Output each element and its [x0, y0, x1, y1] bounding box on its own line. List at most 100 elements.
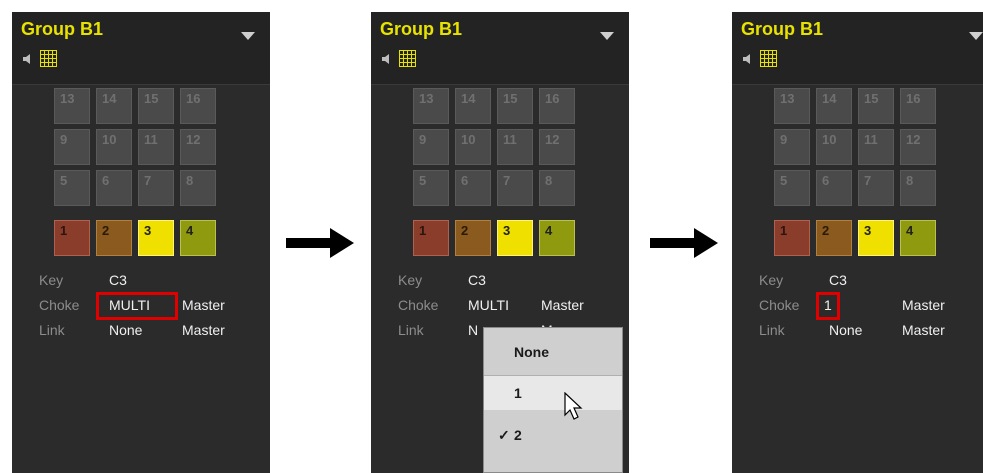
choke-label: Choke [39, 297, 80, 313]
choke-master-value[interactable]: Master [182, 297, 225, 313]
pad-2[interactable]: 2 [96, 220, 132, 256]
group-header: Group B1 [732, 12, 983, 85]
pad-6[interactable]: 6 [96, 170, 132, 206]
pad-5[interactable]: 5 [413, 170, 449, 206]
pad-9[interactable]: 9 [54, 129, 90, 165]
pad-15[interactable]: 15 [497, 88, 533, 124]
pad-7[interactable]: 7 [138, 170, 174, 206]
speaker-icon[interactable] [741, 52, 755, 66]
choke-dropdown-menu: None 1 ✓ 2 3 [483, 327, 623, 473]
pad-11[interactable]: 11 [138, 129, 174, 165]
grid-icon[interactable] [40, 50, 57, 67]
choke-master-value[interactable]: Master [541, 297, 584, 313]
menu-item-2[interactable]: ✓ 2 [484, 418, 622, 452]
group-panel-1: Group B1 13 14 15 16 9 10 11 12 5 6 7 8 … [12, 12, 270, 473]
pad-12[interactable]: 12 [539, 129, 575, 165]
chevron-down-icon[interactable] [969, 32, 983, 40]
pad-5[interactable]: 5 [774, 170, 810, 206]
key-label: Key [39, 272, 64, 288]
pad-1[interactable]: 1 [413, 220, 449, 256]
pad-3[interactable]: 3 [497, 220, 533, 256]
pad-6[interactable]: 6 [455, 170, 491, 206]
group-title: Group B1 [21, 19, 104, 39]
link-label: Link [398, 322, 424, 338]
pad-10[interactable]: 10 [96, 129, 132, 165]
pad-13[interactable]: 13 [774, 88, 810, 124]
pad-7[interactable]: 7 [497, 170, 533, 206]
group-panel-3: Group B1 13 14 15 16 9 10 11 12 5 6 7 8 … [732, 12, 983, 473]
pad-4[interactable]: 4 [539, 220, 575, 256]
link-label: Link [759, 322, 785, 338]
pad-14[interactable]: 14 [96, 88, 132, 124]
pad-8[interactable]: 8 [180, 170, 216, 206]
pad-11[interactable]: 11 [858, 129, 894, 165]
pad-5[interactable]: 5 [54, 170, 90, 206]
link-value[interactable]: None [829, 322, 862, 338]
pad-4[interactable]: 4 [900, 220, 936, 256]
pad-14[interactable]: 14 [816, 88, 852, 124]
menu-item-label: 2 [514, 427, 522, 443]
mouse-cursor-icon [564, 392, 583, 420]
link-value[interactable]: N [468, 322, 478, 338]
right-arrow-icon [650, 228, 718, 258]
key-label: Key [398, 272, 423, 288]
pad-11[interactable]: 11 [497, 129, 533, 165]
checkmark-icon: ✓ [498, 427, 510, 443]
pad-12[interactable]: 12 [900, 129, 936, 165]
choke-label: Choke [759, 297, 800, 313]
pad-16[interactable]: 16 [900, 88, 936, 124]
pad-16[interactable]: 16 [539, 88, 575, 124]
pad-3[interactable]: 3 [138, 220, 174, 256]
chevron-down-icon[interactable] [600, 32, 614, 40]
speaker-icon[interactable] [380, 52, 394, 66]
grid-icon[interactable] [399, 50, 416, 67]
pad-8[interactable]: 8 [900, 170, 936, 206]
pad-8[interactable]: 8 [539, 170, 575, 206]
pad-4[interactable]: 4 [180, 220, 216, 256]
pad-13[interactable]: 13 [413, 88, 449, 124]
pad-13[interactable]: 13 [54, 88, 90, 124]
speaker-icon[interactable] [21, 52, 35, 66]
menu-item-none[interactable]: None [484, 335, 622, 369]
link-label: Link [39, 322, 65, 338]
pad-2[interactable]: 2 [816, 220, 852, 256]
choke-master-value[interactable]: Master [902, 297, 945, 313]
pad-6[interactable]: 6 [816, 170, 852, 206]
group-title: Group B1 [380, 19, 463, 39]
menu-item-3[interactable]: 3 [484, 460, 622, 472]
choke-group-value[interactable]: MULTI [468, 297, 509, 313]
pad-16[interactable]: 16 [180, 88, 216, 124]
pad-9[interactable]: 9 [413, 129, 449, 165]
pad-15[interactable]: 15 [858, 88, 894, 124]
highlight-box [96, 292, 178, 320]
link-master-value[interactable]: Master [182, 322, 225, 338]
pad-7[interactable]: 7 [858, 170, 894, 206]
menu-item-label: 3 [514, 469, 522, 472]
chevron-down-icon[interactable] [241, 32, 255, 40]
pad-3[interactable]: 3 [858, 220, 894, 256]
menu-item-label: None [514, 344, 549, 360]
pad-1[interactable]: 1 [774, 220, 810, 256]
pad-10[interactable]: 10 [816, 129, 852, 165]
group-header: Group B1 [371, 12, 629, 85]
highlight-box [816, 292, 840, 320]
menu-item-label: 1 [514, 385, 522, 401]
key-value[interactable]: C3 [109, 272, 127, 288]
key-label: Key [759, 272, 784, 288]
link-value[interactable]: None [109, 322, 142, 338]
pad-1[interactable]: 1 [54, 220, 90, 256]
pad-15[interactable]: 15 [138, 88, 174, 124]
group-header: Group B1 [12, 12, 270, 85]
grid-icon[interactable] [760, 50, 777, 67]
key-value[interactable]: C3 [468, 272, 486, 288]
menu-item-1[interactable]: 1 [484, 376, 622, 410]
choke-label: Choke [398, 297, 439, 313]
pad-14[interactable]: 14 [455, 88, 491, 124]
key-value[interactable]: C3 [829, 272, 847, 288]
right-arrow-icon [286, 228, 354, 258]
pad-10[interactable]: 10 [455, 129, 491, 165]
link-master-value[interactable]: Master [902, 322, 945, 338]
pad-2[interactable]: 2 [455, 220, 491, 256]
pad-12[interactable]: 12 [180, 129, 216, 165]
pad-9[interactable]: 9 [774, 129, 810, 165]
